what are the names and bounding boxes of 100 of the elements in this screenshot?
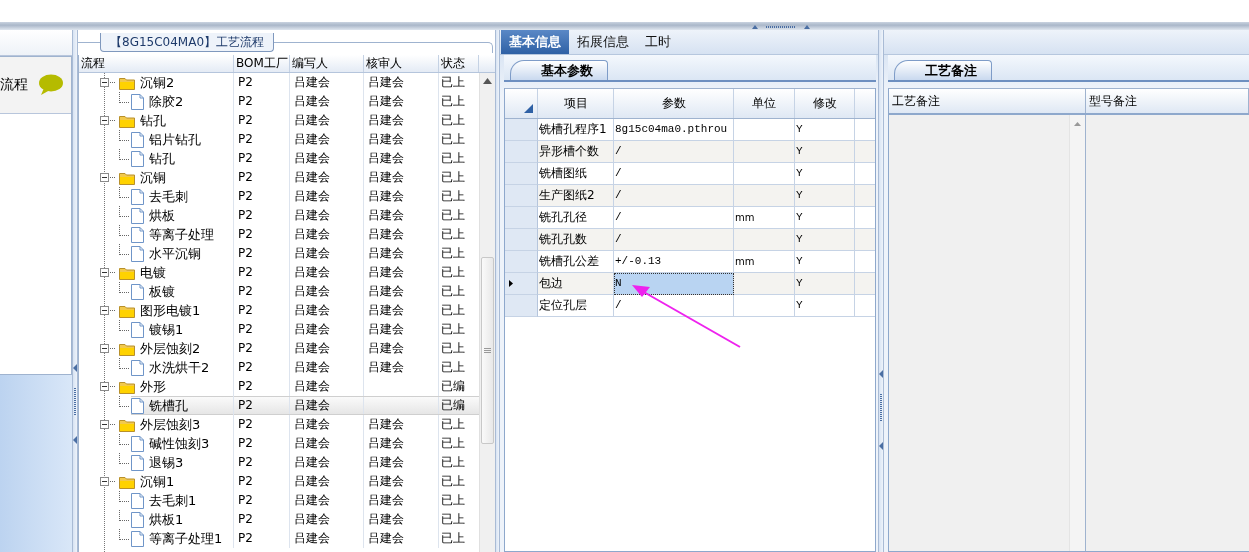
tree-label: 外层蚀刻3 xyxy=(140,415,201,434)
expand-toggle-icon[interactable] xyxy=(100,344,109,353)
tree-row[interactable]: 沉铜 P2 吕建会 吕建会 已上 xyxy=(79,168,479,187)
splitter-grip-drawing xyxy=(752,23,810,29)
tree-row[interactable]: 图形电镀1 P2 吕建会 吕建会 已上 xyxy=(79,301,479,320)
column-header[interactable]: 型号备注 xyxy=(1086,89,1249,113)
tree-row[interactable]: 沉铜1 P2 吕建会 吕建会 已上 xyxy=(79,472,479,491)
table-cell: P2 xyxy=(234,263,290,282)
tree-label: 外形 xyxy=(140,377,166,396)
tree-label: 镀锡1 xyxy=(149,320,184,339)
tree-row[interactable]: 水平沉铜 P2 吕建会 吕建会 已上 xyxy=(79,244,479,263)
table-cell[interactable]: / xyxy=(614,229,734,251)
tree-row[interactable]: 板镀 P2 吕建会 吕建会 已上 xyxy=(79,282,479,301)
column-header[interactable]: 项目 xyxy=(538,89,614,118)
table-cell-text: 已上 xyxy=(440,74,466,91)
expand-toggle-icon[interactable] xyxy=(100,116,109,125)
tree-row[interactable]: 钻孔 P2 吕建会 吕建会 已上 xyxy=(79,149,479,168)
tree-row[interactable]: 碱性蚀刻3 P2 吕建会 吕建会 已上 xyxy=(79,434,479,453)
table-cell: 吕建会 xyxy=(290,225,364,244)
tree-row[interactable]: 镀锡1 P2 吕建会 吕建会 已上 xyxy=(79,320,479,339)
table-cell: Y xyxy=(795,229,855,251)
folder-icon xyxy=(119,417,135,432)
tree-row[interactable]: 烘板1 P2 吕建会 吕建会 已上 xyxy=(79,510,479,529)
table-cell: Y xyxy=(795,141,855,163)
table-cell: 吕建会 xyxy=(290,73,364,92)
tree-row[interactable]: 等离子处理1 P2 吕建会 吕建会 已上 xyxy=(79,529,479,548)
current-row-icon xyxy=(509,280,513,287)
table-cell: 吕建会 xyxy=(364,225,439,244)
column-header[interactable]: 流程 xyxy=(79,55,234,72)
expand-toggle-icon[interactable] xyxy=(100,173,109,182)
folder-icon xyxy=(119,170,135,185)
tab[interactable]: 拓展信息 xyxy=(569,30,637,54)
tree-row[interactable]: 水洗烘干2 P2 吕建会 吕建会 已上 xyxy=(79,358,479,377)
table-cell: 吕建会 xyxy=(290,339,364,358)
column-header[interactable]: 修改 xyxy=(795,89,855,118)
tree-label: 钻孔 xyxy=(149,149,175,168)
column-header[interactable]: 单位 xyxy=(734,89,795,118)
tab[interactable]: 工时 xyxy=(637,30,679,54)
scrollbar[interactable] xyxy=(479,73,495,552)
tree-label: 退锡3 xyxy=(149,453,184,472)
expand-toggle-icon[interactable] xyxy=(100,306,109,315)
nav-item[interactable]: 流程 xyxy=(0,57,71,114)
tree-row[interactable]: 退锡3 P2 吕建会 吕建会 已上 xyxy=(79,453,479,472)
tree-label: 等离子处理 xyxy=(149,225,214,244)
tree-row[interactable]: 沉铜2 P2 吕建会 吕建会 已上 xyxy=(79,73,479,92)
table-cell[interactable]: / xyxy=(614,185,734,207)
row-header[interactable] xyxy=(505,273,538,295)
tree-row[interactable]: 外层蚀刻2 P2 吕建会 吕建会 已上 xyxy=(79,339,479,358)
table-cell: 吕建会 xyxy=(290,453,364,472)
table-cell: 吕建会 xyxy=(364,510,439,529)
table-cell: P2 xyxy=(234,415,290,434)
tree-label: 碱性蚀刻3 xyxy=(149,434,210,453)
table-cell[interactable]: / xyxy=(614,141,734,163)
tree-row[interactable]: 烘板 P2 吕建会 吕建会 已上 xyxy=(79,206,479,225)
tab[interactable]: 基本信息 xyxy=(501,30,569,54)
table-cell-text: 已上 xyxy=(440,169,466,186)
table-cell: 吕建会 xyxy=(364,320,439,339)
folder-icon xyxy=(119,379,135,394)
tree-row[interactable]: 去毛刺1 P2 吕建会 吕建会 已上 xyxy=(79,491,479,510)
expand-toggle-icon[interactable] xyxy=(100,382,109,391)
tab[interactable]: 基本参数 xyxy=(510,60,608,80)
tree-label: 电镀 xyxy=(140,263,166,282)
column-header[interactable]: BOM工厂 xyxy=(234,55,290,72)
tree-label: 板镀 xyxy=(149,282,175,301)
table-cell: P2 xyxy=(234,244,290,263)
column-header[interactable]: 核审人 xyxy=(364,55,439,72)
expand-toggle-icon[interactable] xyxy=(100,420,109,429)
table-cell-text: 已上 xyxy=(440,359,466,376)
folder-icon xyxy=(119,474,135,489)
tree-row[interactable]: 去毛刺 P2 吕建会 吕建会 已上 xyxy=(79,187,479,206)
table-cell[interactable]: / xyxy=(614,295,734,317)
tab[interactable]: 工艺备注 xyxy=(894,60,992,80)
expand-toggle-icon[interactable] xyxy=(100,477,109,486)
tree-row[interactable]: 铝片钻孔 P2 吕建会 吕建会 已上 xyxy=(79,130,479,149)
empty-cell xyxy=(855,229,875,251)
scrollbar[interactable] xyxy=(1069,115,1085,551)
tree-row[interactable]: 等离子处理 P2 吕建会 吕建会 已上 xyxy=(79,225,479,244)
column-header[interactable]: 参数 xyxy=(614,89,734,118)
expand-toggle-icon[interactable] xyxy=(100,268,109,277)
document-icon xyxy=(131,283,144,300)
table-cell-text: 已上 xyxy=(440,302,466,319)
tree-row[interactable]: 除胶2 P2 吕建会 吕建会 已上 xyxy=(79,92,479,111)
table-cell: 吕建会 xyxy=(364,415,439,434)
empty-cell xyxy=(855,273,875,295)
document-icon xyxy=(131,93,144,110)
speech-bubble-icon xyxy=(38,74,64,96)
table-cell: 异形槽个数 xyxy=(538,141,614,163)
tree-row[interactable]: 电镀 P2 吕建会 吕建会 已上 xyxy=(79,263,479,282)
tree-row[interactable]: 外层蚀刻3 P2 吕建会 吕建会 已上 xyxy=(79,415,479,434)
table-cell[interactable]: N xyxy=(614,273,734,295)
table-cell: P2 xyxy=(234,529,290,548)
column-header[interactable]: 编写人 xyxy=(290,55,364,72)
document-icon xyxy=(131,397,144,414)
empty-cell xyxy=(734,295,795,317)
column-header[interactable]: 工艺备注 xyxy=(889,89,1086,113)
expand-toggle-icon[interactable] xyxy=(100,78,109,87)
tree-row[interactable]: 钻孔 P2 吕建会 吕建会 已上 xyxy=(79,111,479,130)
table-cell: P2 xyxy=(234,397,290,414)
column-header[interactable]: 状态 xyxy=(439,55,479,72)
table-cell-text: 已上 xyxy=(440,511,466,528)
